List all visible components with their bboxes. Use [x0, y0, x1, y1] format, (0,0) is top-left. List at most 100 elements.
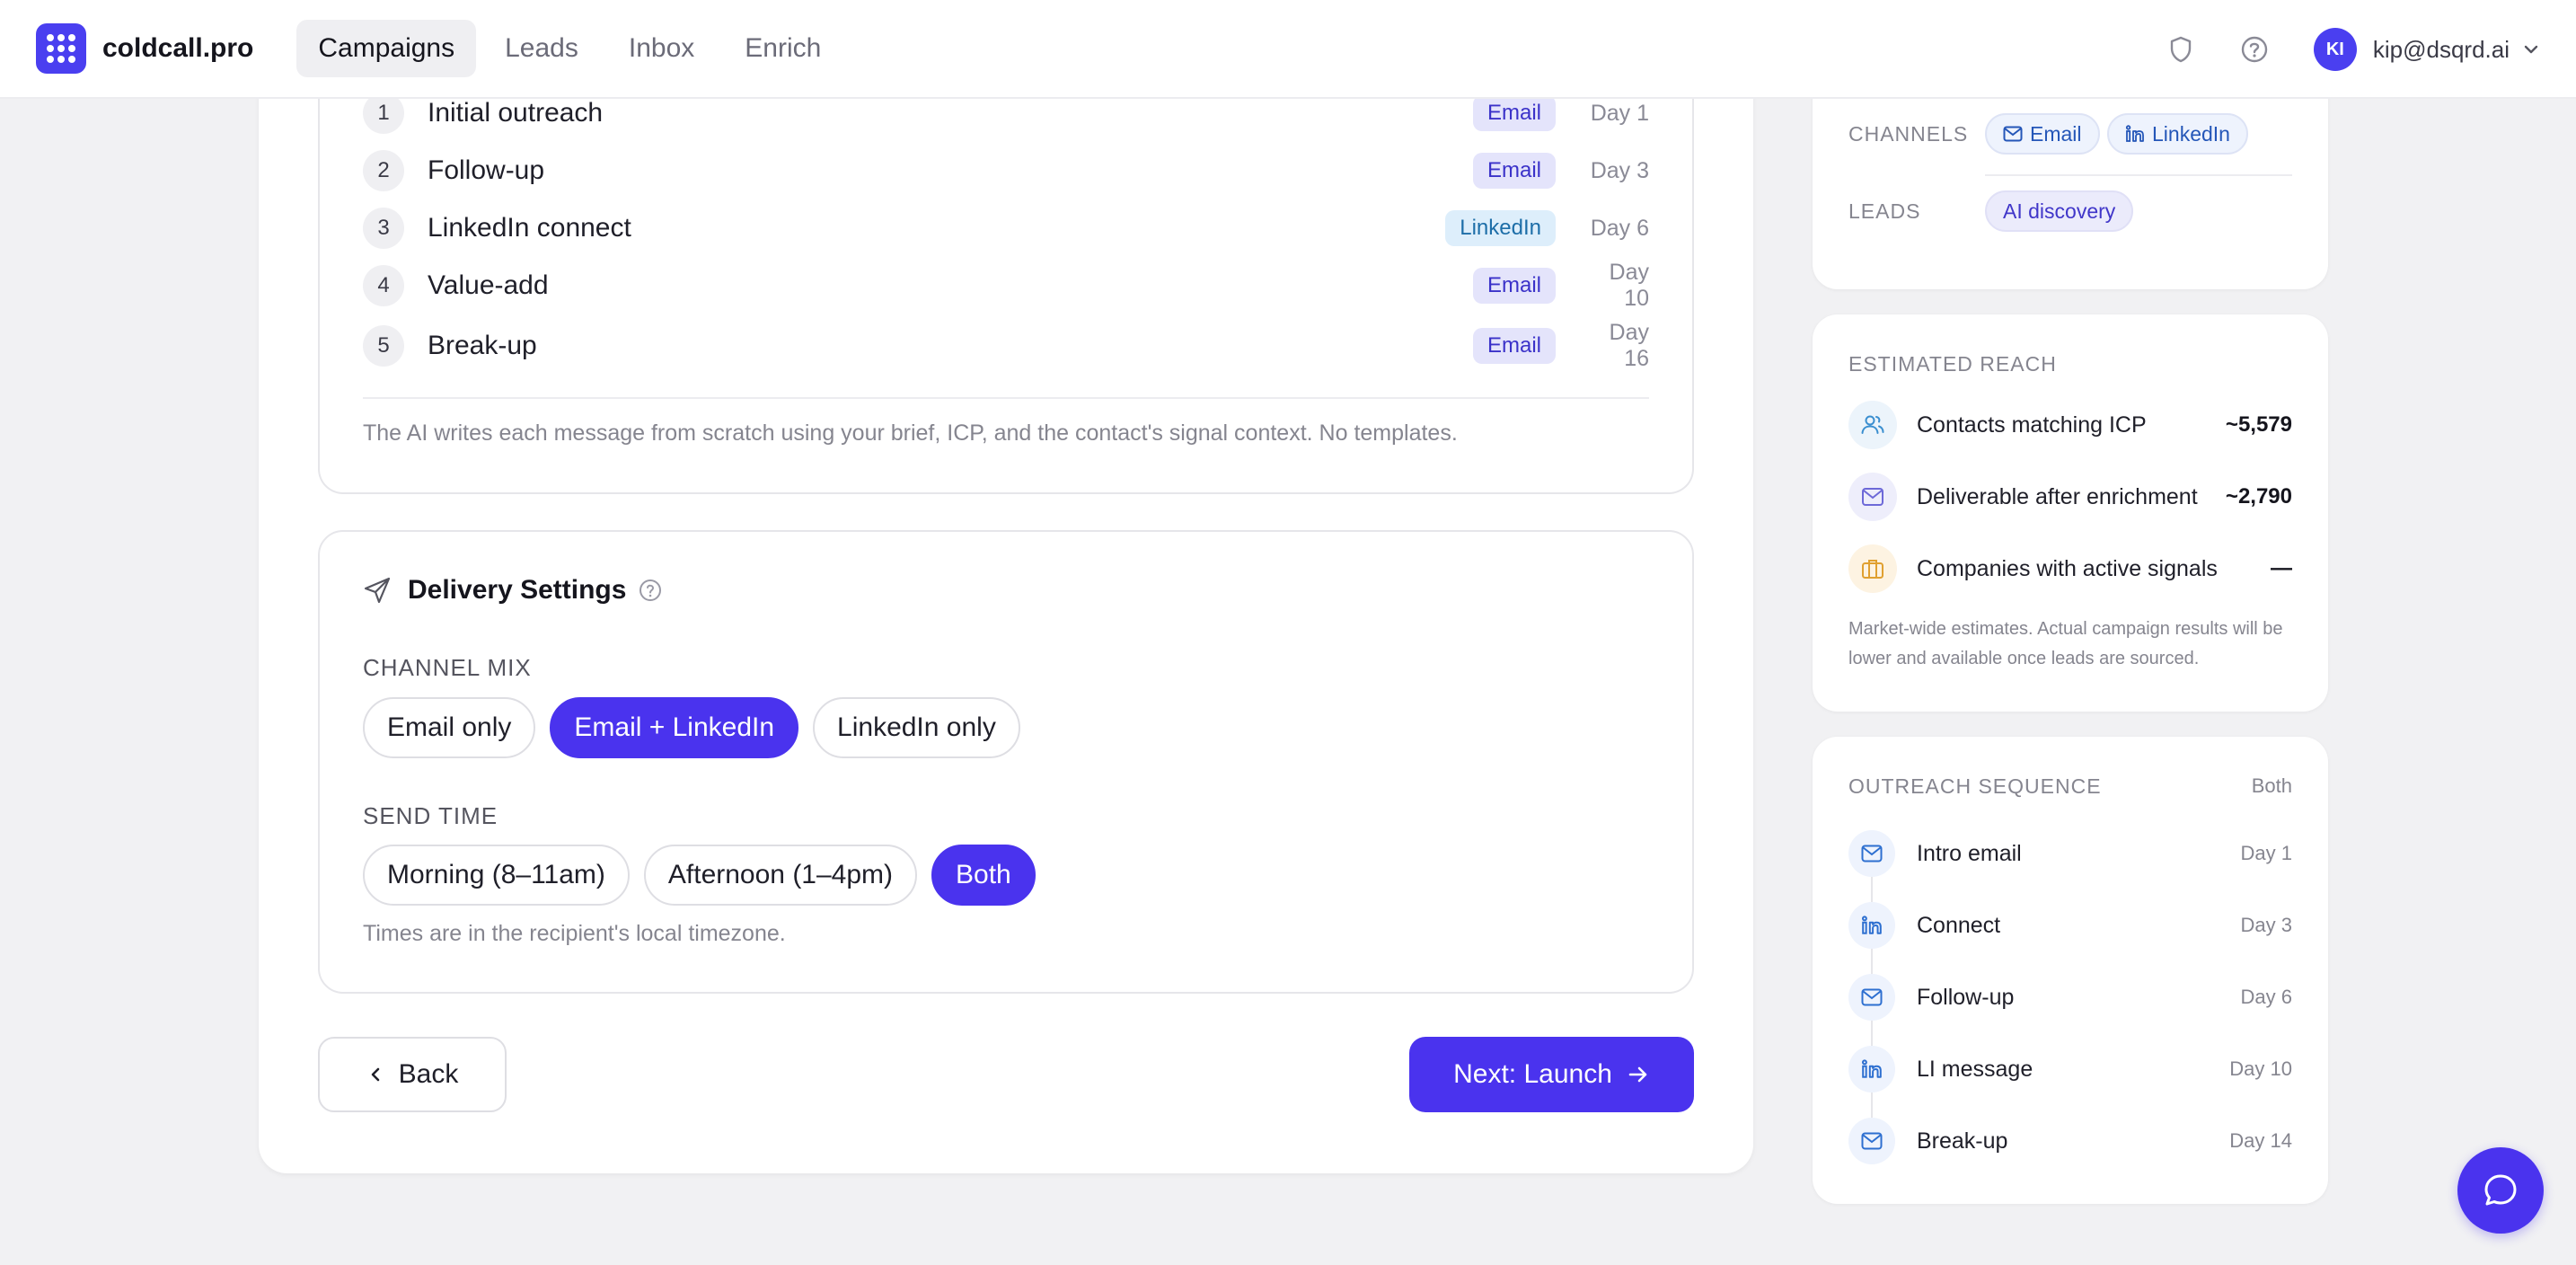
briefcase-icon: [1848, 544, 1897, 593]
sequence-step: 5 Break-up Email Day 16: [363, 320, 1649, 371]
channel-mix-linkedin-only[interactable]: LinkedIn only: [813, 697, 1020, 758]
user-email: kip@dsqrd.ai: [2372, 35, 2510, 63]
reach-row: Companies with active signals —: [1848, 544, 2292, 593]
step-day: Day 10: [1609, 260, 1649, 311]
outreach-item-day: Day 3: [2240, 914, 2292, 936]
mail-icon: [1848, 974, 1895, 1021]
sequence-step: 2 Follow-up Email Day 3: [363, 147, 1649, 194]
channel-tag-linkedin: LinkedIn: [2107, 113, 2248, 155]
reach-value: ~5,579: [2225, 412, 2292, 437]
linkedin-icon: [1848, 902, 1895, 949]
shield-icon[interactable]: [2161, 30, 2201, 69]
step-number: 2: [363, 150, 404, 191]
send-time-afternoon[interactable]: Afternoon (1–4pm): [643, 845, 918, 906]
mail-icon: [1848, 830, 1895, 877]
outreach-item-day: Day 14: [2229, 1129, 2292, 1152]
user-menu[interactable]: KI kip@dsqrd.ai: [2313, 28, 2540, 71]
step-title: Follow-up: [428, 155, 545, 185]
delivery-settings-header: Delivery Settings: [363, 575, 662, 606]
channel-chip: LinkedIn: [1445, 210, 1556, 246]
step-title: LinkedIn connect: [428, 213, 631, 243]
send-time-group: Morning (8–11am) Afternoon (1–4pm) Both: [363, 845, 1050, 906]
reach-value: ~2,790: [2225, 484, 2292, 509]
send-time-both[interactable]: Both: [931, 845, 1036, 906]
step-day: Day 1: [1590, 100, 1649, 126]
linkedin-icon: [2125, 125, 2144, 142]
outreach-item: Break-up Day 14: [1848, 1118, 2292, 1164]
help-icon[interactable]: [2235, 30, 2274, 69]
leads-tag: AI discovery: [1985, 190, 2134, 232]
reach-label: Contacts matching ICP: [1917, 412, 2147, 438]
channel-chip: Email: [1472, 268, 1556, 304]
sequence-step: 3 LinkedIn connect LinkedIn Day 6: [363, 205, 1649, 252]
top-nav-bar: coldcall.pro Campaigns Leads Inbox Enric…: [0, 0, 2576, 99]
channel-chip: Email: [1472, 95, 1556, 131]
timezone-note: Times are in the recipient's local timez…: [363, 921, 786, 946]
channel-mix-label: CHANNEL MIX: [363, 654, 532, 681]
linkedin-icon: [1848, 1046, 1895, 1092]
leads-label: LEADS: [1848, 199, 1921, 223]
chevron-down-icon: [2524, 45, 2538, 54]
avatar: KI: [2313, 28, 2357, 71]
main-nav: Campaigns Leads Inbox Enrich: [296, 20, 850, 77]
reach-label: Companies with active signals: [1917, 556, 2218, 581]
next-launch-button[interactable]: Next: Launch: [1409, 1037, 1694, 1112]
outreach-item-day: Day 6: [2240, 986, 2292, 1008]
chat-button[interactable]: [2457, 1147, 2544, 1234]
mail-icon: [2003, 126, 2023, 142]
channel-chip: Email: [1472, 153, 1556, 189]
nav-item-inbox[interactable]: Inbox: [607, 20, 716, 77]
back-button[interactable]: Back: [318, 1037, 507, 1112]
reach-row: Contacts matching ICP ~5,579: [1848, 401, 2292, 449]
reach-value: —: [2271, 556, 2292, 580]
outreach-item-label: Follow-up: [1917, 984, 2015, 1010]
step-title: Break-up: [428, 331, 537, 360]
outreach-item-day: Day 1: [2240, 842, 2292, 864]
channel-tag-email: Email: [1985, 113, 2100, 155]
send-time-label: SEND TIME: [363, 802, 498, 829]
outreach-item-label: Intro email: [1917, 840, 2022, 866]
outreach-sequence-label: OUTREACH SEQUENCE: [1848, 774, 2102, 798]
users-icon: [1848, 401, 1897, 449]
step-title: Initial outreach: [428, 98, 604, 128]
send-time-morning[interactable]: Morning (8–11am): [363, 845, 630, 906]
reach-row: Deliverable after enrichment ~2,790: [1848, 473, 2292, 521]
chevron-left-icon: [371, 1067, 379, 1082]
divider: [363, 397, 1649, 399]
delivery-settings-title: Delivery Settings: [408, 575, 627, 605]
mail-icon: [1848, 473, 1897, 521]
outreach-item: LI message Day 10: [1848, 1046, 2292, 1092]
outreach-item: Connect Day 3: [1848, 902, 2292, 949]
estimated-reach-label: ESTIMATED REACH: [1848, 352, 2057, 376]
step-number: 5: [363, 325, 404, 367]
help-icon[interactable]: [639, 579, 662, 602]
mail-icon: [1848, 1118, 1895, 1164]
next-button-label: Next: Launch: [1453, 1059, 1612, 1089]
step-title: Value-add: [428, 270, 549, 300]
sequence-note: The AI writes each message from scratch …: [363, 420, 1458, 446]
back-button-label: Back: [398, 1059, 459, 1089]
step-number: 4: [363, 265, 404, 306]
top-right-actions: KI kip@dsqrd.ai: [2127, 0, 2540, 99]
channel-mix-group: Email only Email + LinkedIn LinkedIn onl…: [363, 697, 1035, 758]
brand-name: coldcall.pro: [102, 33, 254, 63]
channel-mix-email-only[interactable]: Email only: [363, 697, 536, 758]
channels-label: CHANNELS: [1848, 122, 1969, 146]
brand[interactable]: coldcall.pro: [36, 23, 253, 74]
outreach-mode: Both: [2251, 774, 2292, 797]
step-number: 3: [363, 208, 404, 249]
estimated-reach-card: ESTIMATED REACH Contacts matching ICP ~5…: [1813, 314, 2328, 712]
outreach-item-label: Break-up: [1917, 1128, 2008, 1154]
reach-note: Market-wide estimates. Actual campaign r…: [1848, 619, 2283, 668]
outreach-item-day: Day 10: [2229, 1057, 2292, 1080]
send-icon: [364, 577, 391, 604]
sequence-step: 4 Value-add Email Day 10: [363, 260, 1649, 311]
divider: [1985, 174, 2292, 176]
outreach-item: Intro email Day 1: [1848, 830, 2292, 877]
step-day: Day 6: [1590, 215, 1649, 241]
step-day: Day 3: [1590, 157, 1649, 183]
nav-item-enrich[interactable]: Enrich: [723, 20, 842, 77]
nav-item-leads[interactable]: Leads: [483, 20, 600, 77]
channel-mix-email-linkedin[interactable]: Email + LinkedIn: [550, 697, 799, 758]
nav-item-campaigns[interactable]: Campaigns: [296, 20, 477, 77]
